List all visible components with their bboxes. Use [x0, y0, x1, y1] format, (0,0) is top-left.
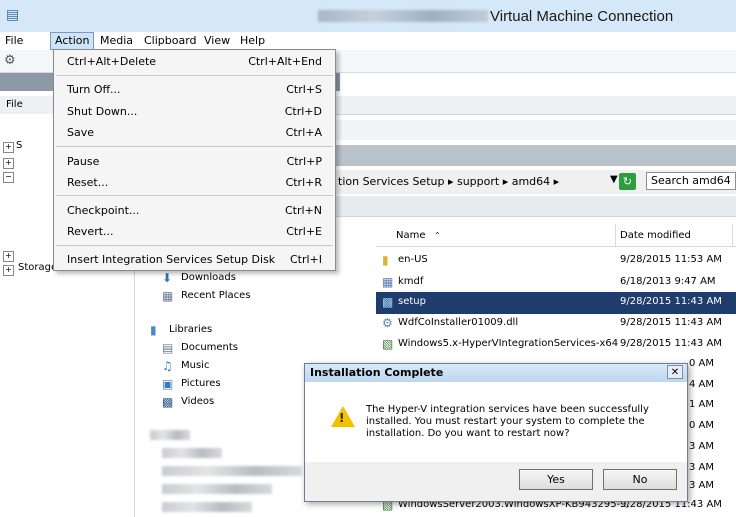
recent-places-icon: ▦: [162, 289, 174, 303]
menu-item-shut-down[interactable]: Shut Down... Ctrl+D: [54, 101, 335, 123]
title-bar: ▤ Virtual Machine Connection: [0, 0, 736, 32]
folder-document-icon: ▦: [382, 275, 394, 289]
chevron-down-icon[interactable]: ▼: [610, 174, 618, 185]
dialog-title: Installation Complete: [310, 366, 444, 379]
tree-item-server[interactable]: S: [16, 140, 22, 151]
blurred-nav-item: [162, 502, 252, 512]
videos-icon: ▩: [162, 395, 174, 409]
breadcrumb[interactable]: tion Services Setup ▸ support ▸ amd64 ▸: [338, 175, 559, 188]
date-fragment: 3 AM: [689, 480, 715, 491]
command-bar: [336, 196, 736, 217]
menu-media[interactable]: Media: [96, 33, 137, 49]
vm-connection-icon: ▤: [6, 7, 20, 23]
file-list-header: Name ⌃ Date modified: [376, 224, 736, 247]
file-row[interactable]: ▦ kmdf 6/18/2013 9:47 AM: [376, 272, 736, 294]
dialog-message: The Hyper-V integration services have be…: [366, 404, 649, 439]
blurred-nav-item: [162, 448, 222, 458]
expand-icon[interactable]: +: [3, 251, 14, 262]
menu-item-pause[interactable]: Pause Ctrl+P: [54, 151, 335, 173]
file-row[interactable]: ⚙ WdfCoInstaller01009.dll 9/28/2015 11:4…: [376, 313, 736, 335]
pictures-icon: ▣: [162, 377, 174, 391]
menu-item-checkpoint[interactable]: Checkpoint... Ctrl+N: [54, 200, 335, 222]
date-fragment: 0 AM: [689, 420, 715, 431]
downloads-icon: ⬇: [162, 271, 173, 285]
menu-help[interactable]: Help: [236, 33, 269, 49]
menu-bar: File Action Media Clipboard View Help: [0, 32, 736, 50]
music-icon: ♫: [162, 359, 173, 373]
expand-icon[interactable]: +: [3, 265, 14, 276]
action-menu: Ctrl+Alt+Delete Ctrl+Alt+End Turn Off... C…: [53, 49, 336, 271]
close-icon[interactable]: ✕: [667, 365, 683, 379]
file-row[interactable]: ▧ Windows5.x-HyperVIntegrationServices-x…: [376, 334, 736, 356]
installer-icon: ▧: [382, 337, 394, 351]
file-row-selected[interactable]: ▩ setup 9/28/2015 11:43 AM: [376, 292, 736, 314]
setup-icon: ▩: [382, 295, 394, 309]
menu-item-reset[interactable]: Reset... Ctrl+R: [54, 172, 335, 194]
no-button[interactable]: No: [603, 469, 677, 490]
warning-icon-mark: !: [339, 411, 345, 425]
blurred-vm-name: [318, 10, 488, 22]
yes-button[interactable]: Yes: [519, 469, 593, 490]
search-input[interactable]: Search amd64: [646, 172, 736, 190]
menu-separator: [56, 75, 333, 76]
documents-icon: ▤: [162, 341, 174, 355]
sort-ascending-icon: ⌃: [434, 231, 441, 240]
menu-separator: [56, 245, 333, 246]
collapse-icon[interactable]: −: [3, 172, 14, 183]
date-fragment: 3 AM: [689, 441, 715, 452]
column-name[interactable]: Name: [396, 230, 426, 241]
column-date-modified[interactable]: Date modified: [620, 230, 691, 241]
menu-action[interactable]: Action: [50, 32, 95, 50]
date-fragment: 1 AM: [689, 399, 715, 410]
menu-file[interactable]: File: [1, 33, 27, 49]
inner-window-band: [336, 145, 736, 166]
menu-item-save[interactable]: Save Ctrl+A: [54, 122, 335, 144]
folder-icon: ▮: [382, 253, 389, 267]
dll-icon: ⚙: [382, 316, 393, 330]
menu-separator: [56, 195, 333, 196]
address-bar: tion Services Setup ▸ support ▸ amd64 ▸ …: [336, 170, 736, 194]
refresh-icon[interactable]: ↻: [619, 173, 636, 190]
date-fragment: 0 AM: [689, 358, 715, 369]
dialog-titlebar: Installation Complete ✕: [305, 364, 687, 383]
menu-item-revert[interactable]: Revert... Ctrl+E: [54, 221, 335, 243]
blurred-nav-item: [162, 484, 272, 494]
menu-clipboard[interactable]: Clipboard: [140, 33, 201, 49]
menu-separator: [56, 146, 333, 147]
installation-complete-dialog: Installation Complete ✕ ! The Hyper-V in…: [304, 363, 688, 502]
file-row[interactable]: ▮ en-US 9/28/2015 11:53 AM: [376, 250, 736, 272]
window-title: Virtual Machine Connection: [490, 8, 674, 25]
menu-view[interactable]: View: [200, 33, 234, 49]
menu-item-turn-off[interactable]: Turn Off... Ctrl+S: [54, 79, 335, 101]
menu-item-insert-integration-disk[interactable]: Insert Integration Services Setup Disk Ct…: [54, 249, 335, 271]
blurred-nav-item: [150, 430, 190, 440]
expand-icon[interactable]: +: [3, 142, 14, 153]
expand-icon[interactable]: +: [3, 158, 14, 169]
date-fragment: 4 AM: [689, 379, 715, 390]
libraries-icon: ▮: [150, 323, 157, 337]
tree-item-storage[interactable]: Storage: [18, 262, 57, 273]
ctrl-alt-del-icon[interactable]: ⚙: [4, 53, 16, 68]
blurred-nav-item: [162, 466, 302, 476]
inner-menu-file[interactable]: File: [6, 99, 23, 110]
menu-item-ctrl-alt-delete[interactable]: Ctrl+Alt+Delete Ctrl+Alt+End: [54, 51, 335, 73]
date-fragment: 3 AM: [689, 462, 715, 473]
